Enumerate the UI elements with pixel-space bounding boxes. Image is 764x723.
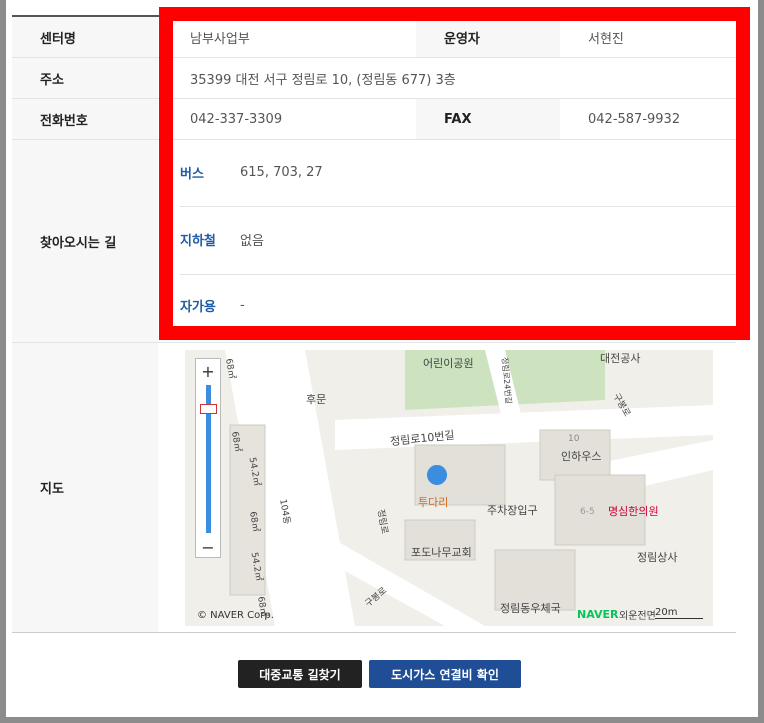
map-copyright: © NAVER Corp.: [197, 610, 274, 621]
fax-label: FAX: [416, 99, 560, 139]
fax-value: 042-587-9932: [588, 111, 681, 127]
table-row-directions: 찾아오시는 길 버스 615, 703, 27 지하철 없음 자가용 -: [12, 140, 736, 343]
map-label-parking: 주차장입구: [487, 504, 538, 517]
divider: [180, 274, 736, 275]
zoom-control[interactable]: + −: [195, 358, 221, 558]
map-label: 지도: [12, 343, 158, 632]
naver-map[interactable]: + − 어린이공원 대전공사 후문 정림로10번길 인하우스 10 투다리 주차…: [185, 350, 713, 626]
zoom-slider-handle[interactable]: [200, 404, 217, 414]
map-scale: 20m: [655, 607, 703, 619]
map-label-daejeon: 대전공사: [600, 352, 641, 365]
center-label: 센터명: [12, 17, 158, 57]
map-label-num10: 10: [568, 434, 580, 444]
bus-label: 버스: [180, 166, 204, 182]
naver-logo: NAVER: [577, 608, 619, 621]
phone-label: 전화번호: [12, 99, 158, 139]
car-item: 자가용 -: [180, 295, 245, 315]
map-background: [225, 350, 713, 626]
subway-label: 지하철: [180, 233, 216, 249]
bus-item: 버스 615, 703, 27: [180, 162, 323, 182]
divider: [180, 206, 736, 207]
map-label-bottom: 외운전면: [619, 611, 656, 622]
phone-value: 042-337-3309: [190, 111, 283, 127]
table-row-center: 센터명 남부사업부 운영자 서현진: [12, 17, 736, 58]
operator-name: 서현진: [588, 31, 624, 47]
address-value: 35399 대전 서구 정림로 10, (정림동 677) 3층: [190, 72, 456, 88]
subway-item: 지하철 없음: [180, 229, 264, 249]
subway-value: 없음: [240, 233, 264, 249]
map-label-hoomun: 후문: [306, 393, 327, 406]
map-label-jeongrim-sangsa: 정림상사: [637, 551, 678, 564]
operator-label: 운영자: [416, 17, 560, 57]
table-row-phone: 전화번호 042-337-3309 FAX 042-587-9932: [12, 99, 736, 140]
car-value: -: [240, 297, 245, 313]
map-label-myungsim: 명심한의원: [608, 505, 659, 518]
center-name: 남부사업부: [190, 31, 250, 47]
transit-directions-button[interactable]: 대중교통 길찾기: [238, 660, 362, 688]
map-label-num65: 6-5: [580, 507, 595, 517]
map-label-park: 어린이공원: [423, 357, 474, 370]
map-label-tudari: 투다리: [418, 496, 449, 509]
map-label-podo: 포도나무교회: [411, 546, 472, 559]
bus-value: 615, 703, 27: [240, 164, 323, 180]
directions-label: 찾아오시는 길: [12, 140, 158, 342]
car-label: 자가용: [180, 299, 216, 315]
zoom-in-button[interactable]: +: [196, 361, 220, 381]
map-label-inha: 인하우스: [561, 450, 602, 463]
map-label-post: 정림동우체국: [500, 602, 561, 615]
gas-connection-fee-button[interactable]: 도시가스 연결비 확인: [369, 660, 521, 688]
zoom-out-button[interactable]: −: [196, 537, 220, 557]
table-row-address: 주소 35399 대전 서구 정림로 10, (정림동 677) 3층: [12, 58, 736, 99]
address-label: 주소: [12, 58, 158, 98]
